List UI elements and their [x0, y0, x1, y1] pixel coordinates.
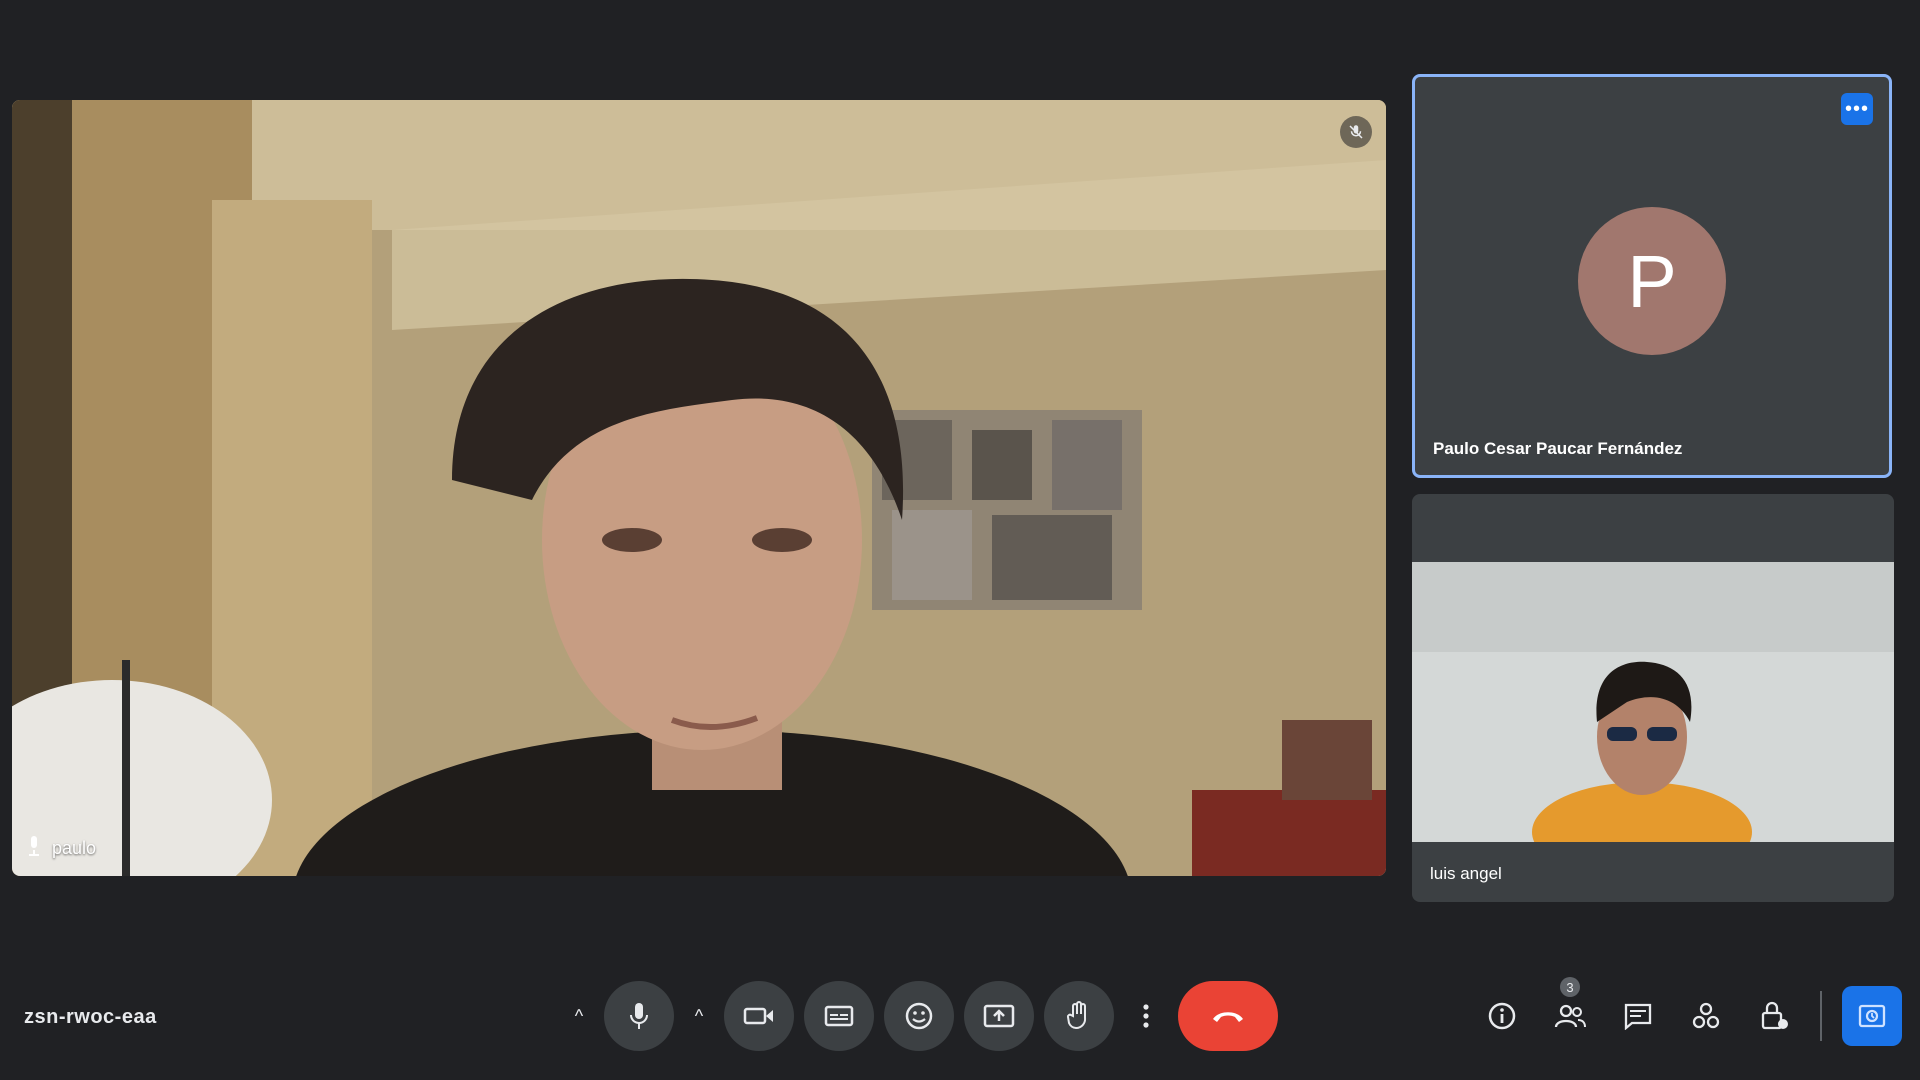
lock-person-icon — [1761, 1001, 1788, 1030]
mic-off-icon — [26, 835, 42, 862]
bottom-toolbar: zsn-rwoc-eaa ^ ^ 3 — [0, 960, 1920, 1080]
end-call-button[interactable] — [1178, 981, 1278, 1051]
call-controls: ^ ^ — [564, 978, 1278, 1054]
raise-hand-icon — [1067, 1001, 1087, 1030]
participant-name-label: Paulo Cesar Paucar Fernández — [1433, 439, 1683, 458]
more-vertical-icon — [1143, 1004, 1149, 1028]
participant-tile-paulo[interactable]: ••• P Paulo Cesar Paucar Fernández — [1412, 74, 1892, 478]
video-options-chevron-icon[interactable]: ^ — [684, 981, 714, 1051]
captions-icon — [824, 1005, 854, 1027]
meeting-code: zsn-rwoc-eaa — [24, 1006, 157, 1028]
chat-button[interactable] — [1612, 981, 1664, 1051]
people-button[interactable]: 3 — [1544, 977, 1596, 1051]
toolbar-divider — [1820, 991, 1822, 1041]
emoji-button[interactable] — [884, 981, 954, 1051]
present-screen-button[interactable] — [964, 981, 1034, 1051]
participant-name-label: paulo — [52, 838, 97, 858]
activities-button[interactable] — [1680, 981, 1732, 1051]
side-controls: 3 — [1476, 977, 1902, 1054]
mute-status-icon — [1340, 116, 1372, 148]
host-controls-button[interactable] — [1748, 981, 1800, 1051]
emoji-icon — [905, 1002, 933, 1030]
avatar: P — [1578, 207, 1726, 355]
participant-tile-luis[interactable]: luis angel — [1412, 494, 1894, 902]
participant-video-frame — [1412, 562, 1894, 842]
present-screen-icon — [983, 1004, 1015, 1028]
audio-options-chevron-icon[interactable]: ^ — [564, 981, 594, 1051]
camera-button[interactable] — [724, 981, 794, 1051]
companion-mode-button[interactable] — [1842, 986, 1902, 1046]
captions-button[interactable] — [804, 981, 874, 1051]
info-icon — [1488, 1002, 1516, 1030]
raise-hand-button[interactable] — [1044, 981, 1114, 1051]
phone-hangup-icon — [1213, 1012, 1243, 1022]
mic-button[interactable] — [604, 981, 674, 1051]
participant-name-label: luis angel — [1430, 864, 1502, 883]
activities-icon — [1692, 1002, 1720, 1029]
main-video-tile[interactable]: paulo — [12, 100, 1386, 876]
more-options-button[interactable] — [1124, 981, 1168, 1051]
participant-video-frame — [12, 100, 1386, 876]
chat-icon — [1624, 1003, 1652, 1030]
mic-icon — [630, 1003, 648, 1029]
companion-icon — [1858, 1004, 1886, 1028]
camera-icon — [743, 1007, 773, 1025]
meeting-info-button[interactable] — [1476, 981, 1528, 1051]
people-count-badge: 3 — [1560, 977, 1580, 997]
more-options-icon[interactable]: ••• — [1841, 93, 1873, 125]
people-icon — [1554, 1004, 1586, 1028]
